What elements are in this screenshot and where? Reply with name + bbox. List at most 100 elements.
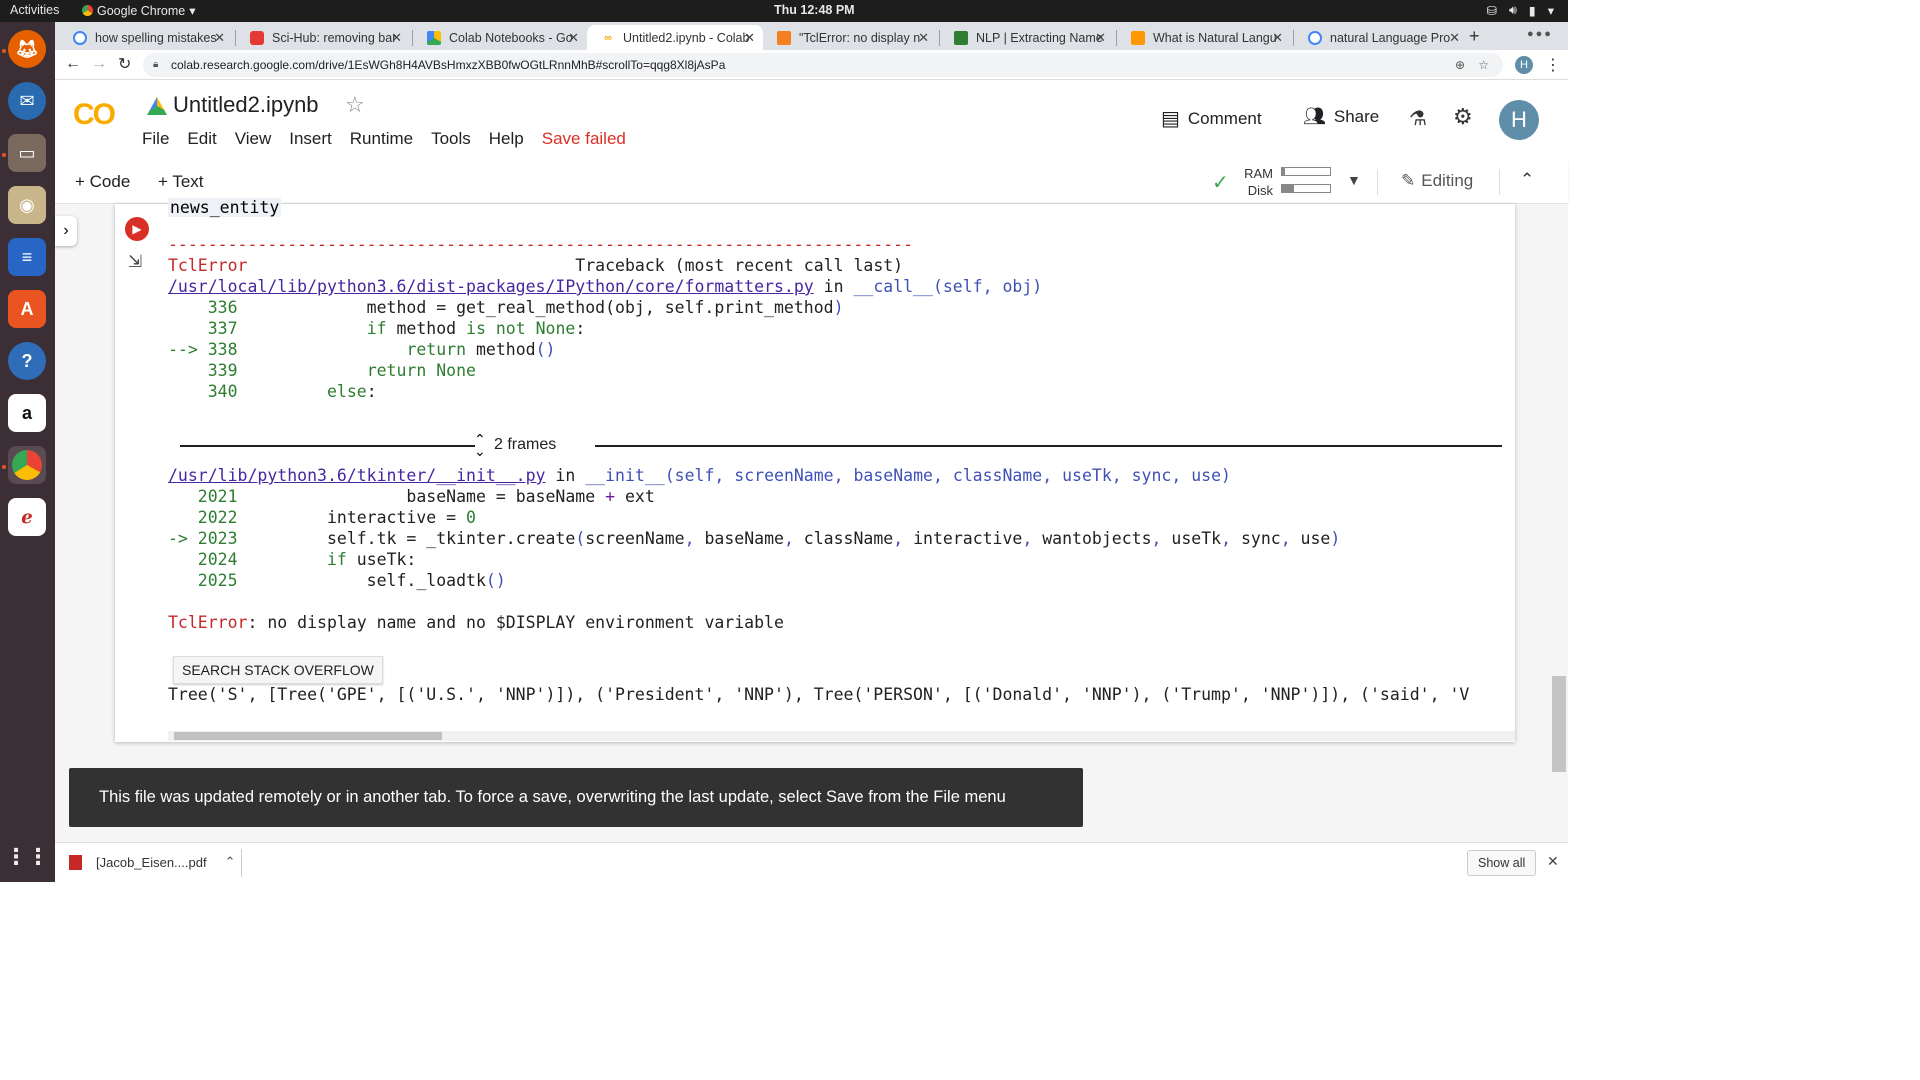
zoom-icon[interactable]: ⊕ — [1455, 53, 1465, 77]
close-tab-icon[interactable]: ✕ — [568, 30, 579, 46]
close-tab-icon[interactable]: ✕ — [1272, 30, 1283, 46]
help-icon[interactable]: ? — [8, 342, 46, 380]
close-tab-icon[interactable]: ✕ — [1449, 30, 1460, 46]
rhythmbox-icon[interactable]: ◉ — [8, 186, 46, 224]
close-tab-icon[interactable]: ✕ — [1095, 30, 1106, 46]
menu-help[interactable]: Help — [489, 129, 524, 149]
save-status[interactable]: Save failed — [542, 129, 626, 149]
star-icon[interactable]: ☆ — [345, 92, 365, 118]
firefox-icon[interactable]: 🦊︎ — [8, 30, 46, 68]
tab[interactable]: "TclError: no display n ✕ — [763, 25, 937, 50]
thunderbird-icon[interactable]: ✉ — [8, 82, 46, 120]
stackoverflow-icon — [777, 30, 791, 45]
colab-logo[interactable]: CO — [73, 98, 116, 132]
writer-icon[interactable]: ≡ — [8, 238, 46, 276]
site-icon — [1131, 30, 1145, 45]
window-controls[interactable]: ●●● — [1527, 28, 1553, 40]
power-icon: ▾ — [1547, 4, 1554, 18]
downloads-bar: [Jacob_Eisen....pdf ⌃ Show all ✕ — [55, 842, 1568, 882]
check-icon: ✓ — [1212, 172, 1229, 194]
sidebar-toggle-icon[interactable]: › — [55, 216, 77, 246]
chevron-up-icon[interactable]: ⌃ — [225, 854, 236, 870]
disk-meter — [1281, 184, 1331, 193]
file-link[interactable]: /usr/local/lib/python3.6/dist-packages/I… — [168, 277, 814, 296]
divider — [1377, 169, 1378, 195]
add-code-button[interactable]: + Code — [75, 172, 130, 192]
tab[interactable]: What is Natural Langu ✕ — [1117, 25, 1291, 50]
share-button[interactable]: 👥︎ Share — [1303, 106, 1379, 127]
gear-icon[interactable]: ⚙ — [1453, 104, 1473, 130]
resources-dropdown-icon[interactable]: ▼ — [1347, 172, 1361, 188]
collapsed-frames[interactable]: ⌃ ⌄ 2 frames — [180, 431, 1502, 459]
pencil-icon: ✎ — [1401, 171, 1416, 190]
show-apps-icon[interactable]: ⋮⋮ — [5, 838, 49, 876]
ram-meter — [1281, 167, 1331, 176]
run-cell-button[interactable]: ▶ — [125, 217, 149, 241]
vertical-scrollbar[interactable] — [1552, 676, 1566, 772]
pdf-viewer-icon[interactable]: ℯ — [8, 498, 46, 536]
running-indicator — [2, 153, 6, 157]
expand-icon: ⌃ ⌄ — [474, 431, 486, 459]
files-icon[interactable]: ▭ — [8, 134, 46, 172]
close-tab-icon[interactable]: ✕ — [391, 30, 402, 46]
collapse-header-icon[interactable]: ⌃ — [1520, 170, 1534, 190]
chrome-dock-icon[interactable] — [8, 446, 46, 484]
app-menu[interactable]: Google Chrome ▾ — [82, 3, 196, 18]
reload-icon[interactable]: ↻ — [118, 54, 131, 74]
system-tray[interactable]: ⛁ 🔊︎ ▮ ▾ — [1486, 3, 1554, 18]
menu-tools[interactable]: Tools — [431, 129, 471, 149]
scrollbar-thumb[interactable] — [174, 732, 442, 740]
tab[interactable]: Colab Notebooks - Go ✕ — [413, 25, 587, 50]
toast-notification: This file was updated remotely or in ano… — [69, 768, 1083, 827]
menu-runtime[interactable]: Runtime — [350, 129, 413, 149]
menu-insert[interactable]: Insert — [289, 129, 332, 149]
volume-icon: 🔊︎ — [1508, 3, 1517, 17]
close-tab-icon[interactable]: ✕ — [744, 30, 755, 46]
close-tab-icon[interactable]: ✕ — [918, 30, 929, 46]
software-center-icon[interactable]: A — [8, 290, 46, 328]
output-actions-icon[interactable]: ⇲ — [128, 252, 142, 272]
comment-button[interactable]: ▤ Comment — [1161, 106, 1262, 131]
tab[interactable]: NLP | Extracting Name ✕ — [940, 25, 1114, 50]
os-top-bar: Activities Google Chrome ▾ Thu 12:48 PM … — [0, 0, 1568, 22]
file-link[interactable]: /usr/lib/python3.6/tkinter/__init__.py — [168, 466, 546, 485]
notebook-area[interactable]: › news_entity ▶ ⇲ ----------------------… — [55, 198, 1568, 842]
download-item[interactable]: [Jacob_Eisen....pdf ⌃ — [69, 854, 235, 870]
frames-rule — [180, 445, 475, 447]
menu-file[interactable]: File — [142, 129, 169, 149]
horizontal-scrollbar[interactable] — [168, 731, 1515, 741]
menu-edit[interactable]: Edit — [187, 129, 216, 149]
menu-view[interactable]: View — [235, 129, 272, 149]
tab[interactable]: Sci-Hub: removing bar ✕ — [236, 25, 410, 50]
new-tab-button[interactable]: + — [1469, 26, 1480, 47]
avatar[interactable]: H — [1499, 100, 1539, 140]
tab[interactable]: how spelling mistakes ✕ — [59, 25, 233, 50]
flask-icon[interactable]: ⚗ — [1409, 106, 1427, 131]
show-all-button[interactable]: Show all — [1467, 850, 1537, 876]
scihub-icon — [250, 30, 264, 45]
resources-labels[interactable]: RAM Disk — [1239, 165, 1273, 199]
back-icon[interactable]: ← — [65, 55, 81, 73]
search-stack-overflow-button[interactable]: SEARCH STACK OVERFLOW — [173, 656, 383, 684]
url-bar[interactable]: 🔒︎ colab.research.google.com/drive/1EsWG… — [143, 53, 1503, 77]
add-text-button[interactable]: + Text — [158, 172, 204, 192]
clock[interactable]: Thu 12:48 PM — [774, 3, 855, 17]
forward-icon[interactable]: → — [91, 55, 107, 73]
amazon-icon[interactable]: a — [8, 394, 46, 432]
tab-active[interactable]: ∞ Untitled2.ipynb - Colab ✕ — [587, 25, 763, 50]
close-tab-icon[interactable]: ✕ — [214, 30, 225, 46]
notebook-title[interactable]: Untitled2.ipynb — [173, 92, 319, 118]
activities-button[interactable]: Activities — [10, 3, 59, 17]
close-downloads-icon[interactable]: ✕ — [1547, 853, 1559, 870]
chrome-menu-icon[interactable]: ⋮ — [1545, 55, 1561, 75]
tab[interactable]: natural Language Pro ✕ — [1294, 25, 1468, 50]
lock-icon: 🔒︎ — [153, 59, 159, 70]
profile-icon[interactable]: H — [1515, 56, 1533, 74]
cell-code[interactable]: news_entity — [168, 198, 282, 217]
editing-mode-button[interactable]: ✎ Editing — [1401, 171, 1473, 191]
network-icon: ⛁ — [1486, 4, 1497, 18]
drive-icon — [427, 30, 441, 45]
frames-rule — [595, 445, 1502, 447]
bookmark-star-icon[interactable]: ☆ — [1478, 53, 1489, 77]
google-icon — [1308, 30, 1322, 45]
